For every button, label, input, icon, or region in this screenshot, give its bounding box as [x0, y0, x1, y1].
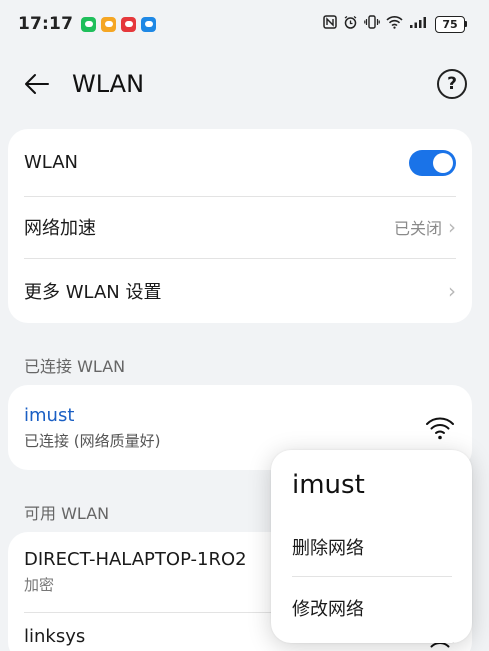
modify-network-menu-item[interactable]: 修改网络: [292, 593, 452, 623]
network-accelerate-value: 已关闭: [393, 219, 442, 238]
arrow-left-icon[interactable]: [22, 69, 52, 99]
settings-card: WLAN 网络加速 已关闭 › 更多 WLAN 设置 ›: [8, 129, 472, 323]
status-bar: 17:17 75: [0, 0, 489, 48]
connected-section-label: 已连接 WLAN: [24, 357, 126, 376]
vibrate-icon: [364, 15, 380, 33]
network-context-menu: imust 删除网络 修改网络: [271, 450, 472, 643]
chevron-right-icon: ›: [448, 278, 456, 303]
page-title: WLAN: [72, 70, 145, 98]
signal-icon: [409, 15, 429, 33]
available-network-security: 加密: [24, 576, 55, 594]
wifi-signal-icon: [426, 417, 454, 439]
status-time: 17:17: [18, 14, 74, 34]
status-left: 17:17: [18, 14, 157, 34]
app-notification-icon: [121, 16, 137, 32]
header: WLAN ?: [0, 56, 489, 112]
battery-icon: 75: [435, 15, 467, 33]
more-wlan-settings-label: 更多 WLAN 设置: [24, 281, 162, 303]
network-accelerate-row[interactable]: 网络加速 已关闭 ›: [8, 196, 472, 258]
connected-network-name: imust: [24, 404, 75, 426]
available-section-label: 可用 WLAN: [24, 504, 110, 523]
context-menu-title: imust: [292, 470, 365, 500]
battery-level: 75: [435, 15, 465, 33]
toggle-knob: [433, 152, 453, 173]
available-network-name: DIRECT-HALAPTOP-1RO2: [24, 549, 247, 570]
chevron-right-icon: ›: [448, 215, 456, 239]
wlan-toggle[interactable]: [409, 149, 456, 176]
wlan-label: WLAN: [24, 152, 79, 173]
more-wlan-settings-row[interactable]: 更多 WLAN 设置 ›: [8, 258, 472, 323]
message-notification-icon: [141, 16, 157, 32]
wlan-toggle-row[interactable]: WLAN: [8, 129, 472, 196]
question-circle-icon[interactable]: ?: [437, 69, 467, 99]
connected-network-status: 已连接 (网络质量好): [24, 431, 161, 450]
app-notification-icon: [101, 16, 117, 32]
menu-divider: [292, 576, 452, 577]
alarm-icon: [343, 15, 358, 34]
network-accelerate-label: 网络加速: [24, 218, 96, 239]
wechat-notification-icon: [81, 16, 97, 32]
available-network-name: linksys: [24, 626, 86, 647]
nfc-icon: [323, 15, 337, 33]
wifi-status-icon: [386, 15, 403, 33]
status-right: 75: [323, 15, 467, 34]
delete-network-menu-item[interactable]: 删除网络: [292, 532, 452, 562]
